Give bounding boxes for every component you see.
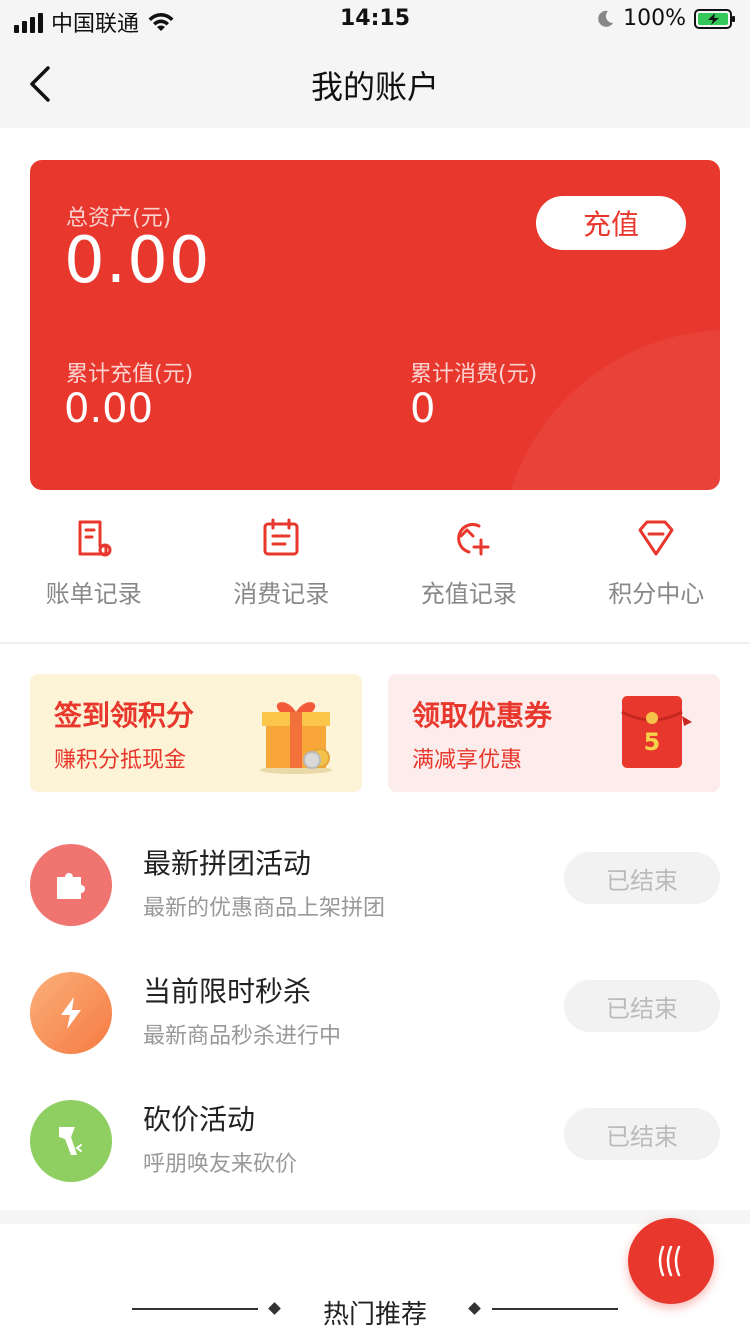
promo-subtitle: 赚积分抵现金 <box>54 748 187 773</box>
promo-subtitle: 满减享优惠 <box>412 748 523 773</box>
red-envelope-icon: 5 <box>621 696 692 768</box>
axe-icon <box>59 1127 82 1155</box>
lightning-icon <box>61 997 81 1029</box>
status-bar: 中国联通 14:15 100% <box>0 0 750 40</box>
activity-subtitle: 呼朋唤友来砍价 <box>143 1152 298 1177</box>
quick-entry-consumption[interactable]: 消费记录 <box>188 508 376 638</box>
quick-entry-bills[interactable]: 账单记录 <box>0 508 188 638</box>
gift-box-icon <box>260 702 332 774</box>
heat-waves-icon <box>658 1245 681 1277</box>
calendar-icon <box>263 518 299 556</box>
total-recharged-value: 0.00 <box>64 386 154 432</box>
section-gap <box>0 1210 750 1224</box>
activity-status-button[interactable]: 已结束 <box>564 980 720 1032</box>
hot-recommend-title: 热门推荐 <box>322 1300 427 1330</box>
recharge-icon <box>456 523 490 556</box>
activity-status-button[interactable]: 已结束 <box>564 1108 720 1160</box>
battery-charging-icon <box>694 8 735 29</box>
activity-row-bargain[interactable]: 砍价活动 呼朋唤友来砍价 已结束 <box>0 1092 750 1192</box>
puzzle-icon <box>57 873 85 899</box>
card-decoration <box>500 330 720 490</box>
total-spent-label: 累计消费(元) <box>410 362 538 387</box>
activity-row-flash-sale[interactable]: 当前限时秒杀 最新商品秒杀进行中 已结束 <box>0 964 750 1064</box>
divider-line <box>492 1308 618 1310</box>
quick-entry-label: 账单记录 <box>45 580 142 608</box>
activity-title: 砍价活动 <box>143 1103 256 1136</box>
battery-percent: 100% <box>623 6 686 31</box>
quick-entry-label: 积分中心 <box>608 580 705 608</box>
moon-icon <box>598 10 614 27</box>
quick-entry-label: 充值记录 <box>420 580 517 608</box>
account-summary-card: 总资产(元) 0.00 充值 累计充值(元) 0.00 累计消费(元) 0 <box>30 160 720 490</box>
quick-entry-recharge-records[interactable]: 充值记录 <box>375 508 563 638</box>
activity-subtitle: 最新商品秒杀进行中 <box>143 1024 342 1049</box>
nav-bar: 我的账户 <box>0 40 750 128</box>
activity-subtitle: 最新的优惠商品上架拼团 <box>143 896 386 921</box>
coupon-promo-card[interactable]: 领取优惠券 满减享优惠 5 <box>388 674 720 792</box>
page-title: 我的账户 <box>310 68 439 106</box>
total-assets-value: 0.00 <box>64 224 211 298</box>
activity-title: 最新拼团活动 <box>143 847 312 880</box>
activity-icon-badge <box>30 972 112 1054</box>
checkin-promo-card[interactable]: 签到领积分 赚积分抵现金 <box>30 674 362 792</box>
bill-icon <box>78 520 112 557</box>
account-page: 中国联通 14:15 100% 我的账户 总资产(元) 0.00 充值 累计充值… <box>0 0 750 1334</box>
total-spent-value: 0 <box>410 386 436 432</box>
diamond-icon <box>638 520 674 556</box>
quick-entry-label: 消费记录 <box>233 580 330 608</box>
envelope-badge: 5 <box>644 728 661 756</box>
recharge-button[interactable]: 充值 <box>536 196 686 250</box>
promo-title: 领取优惠券 <box>412 699 553 732</box>
main-content: 总资产(元) 0.00 充值 累计充值(元) 0.00 累计消费(元) 0 账单… <box>0 128 750 1210</box>
quick-entries: 账单记录 消费记录 充值记录 积分中心 <box>0 508 750 638</box>
divider <box>0 642 750 644</box>
floating-action-button[interactable] <box>628 1218 714 1304</box>
activity-icon-badge <box>30 844 112 926</box>
quick-entry-points[interactable]: 积分中心 <box>563 508 750 638</box>
activity-icon-badge <box>30 1100 112 1182</box>
total-recharged-label: 累计充值(元) <box>66 362 194 387</box>
promo-title: 签到领积分 <box>54 699 195 732</box>
activity-status-button[interactable]: 已结束 <box>564 852 720 904</box>
activity-row-group-buy[interactable]: 最新拼团活动 最新的优惠商品上架拼团 已结束 <box>0 836 750 936</box>
activity-title: 当前限时秒杀 <box>143 975 312 1008</box>
